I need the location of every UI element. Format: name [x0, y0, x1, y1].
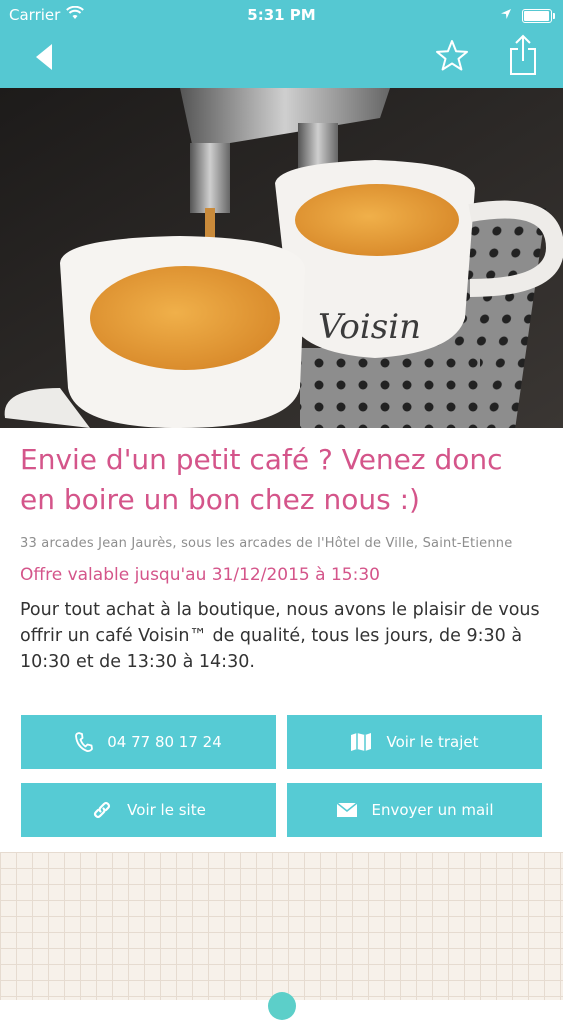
status-bar: Carrier 5:31 PM — [0, 0, 563, 30]
email-button-label: Envoyer un mail — [371, 801, 494, 819]
star-outline-icon[interactable] — [434, 38, 470, 74]
back-arrow-icon[interactable] — [30, 40, 60, 74]
route-button-label: Voir le trajet — [386, 733, 479, 751]
page-indicator[interactable] — [268, 992, 296, 1020]
email-button[interactable]: Envoyer un mail — [287, 783, 542, 837]
offer-description: Pour tout achat à la boutique, nous avon… — [20, 600, 540, 672]
offer-address: 33 arcades Jean Jaurès, sous les arcades… — [20, 536, 513, 551]
route-button[interactable]: Voir le trajet — [287, 715, 542, 769]
link-icon — [91, 799, 113, 821]
call-button[interactable]: 04 77 80 17 24 — [21, 715, 276, 769]
website-button[interactable]: Voir le site — [21, 783, 276, 837]
location-arrow-icon — [500, 6, 512, 24]
phone-icon — [75, 732, 94, 752]
offer-details: Envie d'un petit café ? Venez donc en bo… — [20, 440, 545, 675]
offer-title: Envie d'un petit café ? Venez donc en bo… — [20, 443, 503, 516]
clock: 5:31 PM — [247, 6, 316, 24]
battery-icon — [522, 9, 555, 23]
envelope-icon — [336, 802, 358, 818]
top-bar: Carrier 5:31 PM — [0, 0, 563, 88]
map-icon — [350, 732, 372, 752]
hero-image: Voisin — [0, 88, 563, 428]
share-icon[interactable] — [503, 34, 543, 76]
grid-paper-background — [0, 852, 563, 1000]
offer-validity: Offre valable jusqu'au 31/12/2015 à 15:3… — [20, 565, 380, 585]
svg-text:Voisin: Voisin — [318, 307, 421, 347]
call-button-label: 04 77 80 17 24 — [107, 733, 222, 751]
website-button-label: Voir le site — [127, 801, 206, 819]
